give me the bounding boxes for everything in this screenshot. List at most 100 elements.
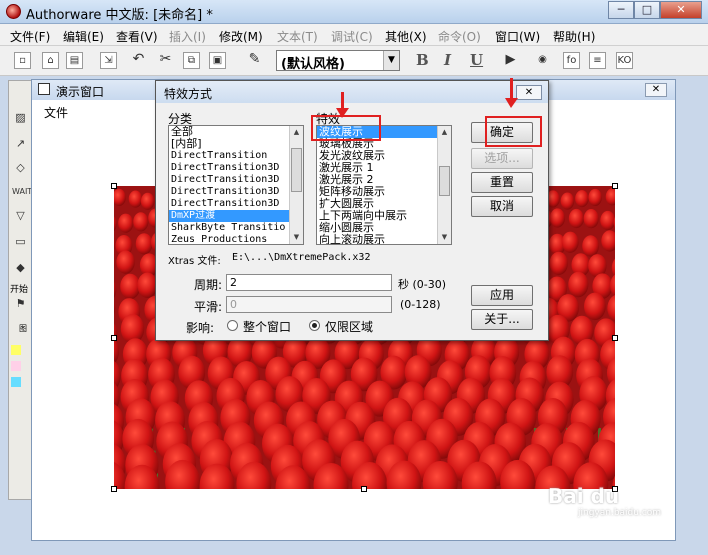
scroll-down-icon[interactable]: ▼ — [438, 231, 451, 244]
menu-edit[interactable]: 编辑(E) — [63, 28, 104, 45]
tulip-bloom — [575, 190, 589, 208]
navigate-icon[interactable]: ▽ — [12, 207, 29, 224]
category-item[interactable]: DirectTransition3D — [169, 186, 303, 198]
xtras-path: E:\...\DmXtremePack.x32 — [232, 252, 371, 263]
resize-handle-bl[interactable] — [111, 486, 117, 492]
style-select[interactable]: (默认风格) ▼ — [276, 50, 400, 72]
resize-handle-mr[interactable] — [612, 335, 618, 341]
import-icon[interactable]: ⇲ — [100, 52, 117, 69]
category-item-selected[interactable]: DmXP过渡 — [169, 210, 303, 222]
style-select-value: (默认风格) — [281, 57, 345, 72]
category-scrollbar[interactable]: ▲ ▼ — [289, 126, 303, 244]
cancel-button[interactable]: 取消 — [471, 196, 533, 217]
presentation-window-icon — [38, 83, 50, 95]
category-item[interactable]: DirectTransition3D — [169, 174, 303, 186]
menu-help[interactable]: 帮助(H) — [553, 28, 595, 45]
period-input[interactable]: 2 — [226, 274, 392, 291]
category-item[interactable]: SharkByte Transitio — [169, 222, 303, 234]
category-item[interactable]: DirectTransition — [169, 150, 303, 162]
tulip-bloom — [568, 208, 584, 229]
resize-handle-tl[interactable] — [111, 183, 117, 189]
run-icon[interactable]: ▶ — [502, 52, 519, 69]
menu-window[interactable]: 窗口(W) — [495, 28, 540, 45]
menu-text[interactable]: 文本(T) — [277, 28, 318, 45]
underline-button[interactable]: U — [470, 51, 483, 69]
save-icon[interactable]: ▤ — [66, 52, 83, 69]
apply-button[interactable]: 应用 — [471, 285, 533, 306]
watermark-brand: Bai du — [548, 484, 620, 508]
tulip-bloom — [588, 188, 602, 206]
category-item[interactable]: Zeus Productions — [169, 234, 303, 244]
knowledge-objects-icon[interactable]: KO — [616, 52, 633, 69]
scroll-up-icon[interactable]: ▲ — [438, 126, 451, 139]
menu-debug[interactable]: 调试(C) — [331, 28, 373, 45]
menu-insert[interactable]: 插入(I) — [169, 28, 206, 45]
dialog-close-button[interactable]: ✕ — [516, 85, 542, 100]
effect-scrollbar[interactable]: ▲ ▼ — [437, 126, 451, 244]
dialog-title: 特效方式 — [164, 87, 213, 101]
decision-icon[interactable]: ◆ — [12, 259, 29, 276]
variables-icon[interactable]: ≡ — [589, 52, 606, 69]
scroll-thumb[interactable] — [439, 166, 450, 196]
find-icon[interactable]: ✎ — [246, 52, 263, 69]
cut-icon[interactable]: ✂ — [157, 52, 174, 69]
color-swatch-cyan[interactable] — [11, 377, 21, 387]
wait-icon[interactable]: WAIT — [12, 183, 32, 200]
about-button[interactable]: 关于... — [471, 309, 533, 330]
window-controls: ─ □ ✕ — [608, 1, 702, 19]
category-item[interactable]: DirectTransition3D — [169, 162, 303, 174]
italic-button[interactable]: I — [444, 51, 451, 69]
maximize-button[interactable]: □ — [634, 1, 660, 19]
presentation-title: 演示窗口 — [56, 85, 105, 99]
smooth-input[interactable]: 0 — [226, 296, 392, 313]
record-icon[interactable]: ◉ — [534, 52, 551, 69]
display-icon[interactable]: ▨ — [12, 109, 29, 126]
close-window-button[interactable]: ✕ — [660, 1, 702, 19]
tulip-bloom — [549, 208, 566, 228]
motion-icon[interactable]: ↗ — [12, 135, 29, 152]
open-icon[interactable]: ⌂ — [42, 52, 59, 69]
smooth-range: (0-128) — [400, 298, 441, 311]
resize-handle-ml[interactable] — [111, 335, 117, 341]
resize-handle-bm[interactable] — [361, 486, 367, 492]
scroll-up-icon[interactable]: ▲ — [290, 126, 303, 139]
affect-area-only-label: 仅限区域 — [325, 320, 374, 334]
category-list[interactable]: 全部 [内部] DirectTransition DirectTransitio… — [168, 125, 304, 245]
effect-list[interactable]: 波纹展示 玻璃板展示 发光波纹展示 激光展示 1 激光展示 2 矩阵移动展示 扩… — [316, 125, 452, 245]
bold-button[interactable]: B — [416, 51, 429, 69]
resize-handle-tr[interactable] — [612, 183, 618, 189]
menu-modify[interactable]: 修改(M) — [219, 28, 263, 45]
menu-view[interactable]: 查看(V) — [116, 28, 158, 45]
affect-whole-window-radio[interactable] — [227, 320, 238, 331]
minimize-button[interactable]: ─ — [608, 1, 634, 19]
annotation-box-effect — [311, 115, 381, 141]
functions-icon[interactable]: fo — [563, 52, 580, 69]
menu-file[interactable]: 文件(F) — [10, 28, 50, 45]
affect-label: 影响: — [186, 321, 215, 335]
icon-palette: ▨ ↗ ◇ WAIT ▽ ▭ ◆ 开始 ⚑ 图 — [8, 80, 32, 500]
start-label: 开始 — [10, 285, 29, 295]
options-button[interactable]: 选项... — [471, 148, 533, 169]
category-item[interactable]: DirectTransition3D — [169, 198, 303, 210]
scroll-down-icon[interactable]: ▼ — [290, 231, 303, 244]
tulip-bloom — [135, 233, 153, 255]
start-flag-icon[interactable]: ⚑ — [12, 295, 29, 312]
presentation-menu-file[interactable]: 文件 — [44, 104, 68, 121]
paste-icon[interactable]: ▣ — [209, 52, 226, 69]
menu-other[interactable]: 其他(X) — [385, 28, 427, 45]
smooth-label: 平滑: — [194, 300, 223, 314]
scroll-thumb[interactable] — [291, 148, 302, 192]
framework-icon[interactable]: ▭ — [12, 233, 29, 250]
erase-icon[interactable]: ◇ — [12, 159, 29, 176]
color-swatch-pink[interactable] — [11, 361, 21, 371]
menu-command[interactable]: 命令(O) — [438, 28, 481, 45]
copy-icon[interactable]: ⧉ — [183, 52, 200, 69]
effect-item[interactable]: 向上滚动展示 — [317, 234, 451, 245]
new-icon[interactable]: ▫ — [14, 52, 31, 69]
undo-icon[interactable]: ↶ — [130, 52, 147, 69]
color-swatch-yellow[interactable] — [11, 345, 21, 355]
category-item[interactable]: [内部] — [169, 138, 303, 150]
presentation-close-button[interactable]: ✕ — [645, 83, 667, 97]
reset-button[interactable]: 重置 — [471, 172, 533, 193]
affect-area-only-radio[interactable] — [309, 320, 320, 331]
